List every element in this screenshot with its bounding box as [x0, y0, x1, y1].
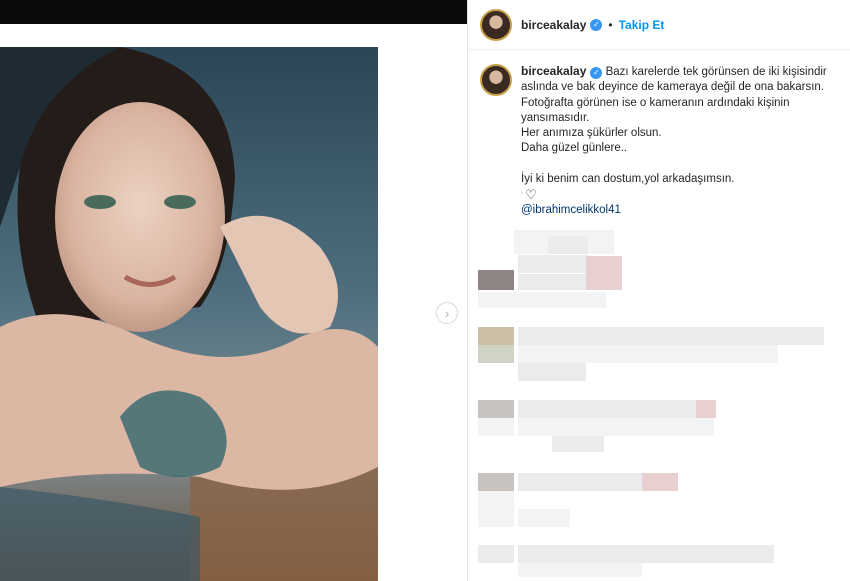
- blurred-block: [518, 255, 588, 273]
- post-photo-graphic: [0, 47, 378, 581]
- blurred-block: [518, 327, 824, 345]
- separator-dot: •: [608, 17, 613, 32]
- post-photo[interactable]: [0, 47, 378, 581]
- caption: birceakalay ✓ Bazı karelerde tek görünsen…: [480, 64, 840, 218]
- blurred-block: [552, 436, 604, 452]
- small-emoji-icon: ▫: [521, 191, 524, 198]
- header-username[interactable]: birceakalay: [521, 18, 586, 32]
- blurred-avatar: [478, 545, 514, 563]
- blurred-block: [518, 563, 642, 577]
- heart-icon: ♡: [525, 187, 537, 203]
- avatar[interactable]: [480, 8, 512, 41]
- chevron-right-icon: ›: [444, 305, 450, 321]
- blurred-block: [478, 292, 606, 308]
- blurred-block: [518, 418, 714, 436]
- blurred-block: [518, 345, 778, 363]
- blurred-block: [518, 400, 698, 418]
- follow-button[interactable]: Takip Et: [619, 18, 665, 32]
- blurred-block: [586, 256, 622, 290]
- blurred-block: [518, 363, 586, 381]
- blurred-block: [518, 473, 642, 491]
- caption-avatar[interactable]: [480, 64, 512, 96]
- mention-link[interactable]: @ibrahimcelikkol41: [521, 203, 840, 218]
- blurred-avatar: [478, 491, 514, 527]
- post-side-panel: birceakalay ✓ • Takip Et birceakalay ✓ Ba…: [468, 0, 850, 581]
- next-photo-button[interactable]: ›: [436, 302, 458, 324]
- caption-gap: [521, 157, 840, 172]
- blurred-avatar: [478, 418, 514, 436]
- blurred-block: [518, 274, 586, 290]
- blurred-block: [518, 545, 774, 563]
- blurred-avatar: [478, 473, 514, 491]
- caption-body: birceakalay ✓ Bazı karelerde tek görünsen…: [521, 64, 840, 218]
- blurred-block: [642, 473, 678, 491]
- caption-line: birceakalay ✓ Bazı karelerde tek görünsen…: [521, 64, 840, 80]
- blurred-avatar: [478, 400, 514, 418]
- photo-panel: [0, 24, 467, 581]
- caption-line: Fotoğrafta görünen ise o kameranın ardın…: [521, 96, 790, 109]
- blurred-avatar: [478, 327, 514, 345]
- caption-line: İyi ki benim can dostum,yol arkadaşımsın…: [521, 172, 735, 185]
- top-black-bar: [0, 0, 467, 24]
- caption-line: Daha güzel günlere..: [521, 142, 628, 155]
- blurred-avatar: [478, 270, 514, 290]
- blurred-block: [518, 509, 570, 527]
- verified-icon: ✓: [590, 18, 603, 31]
- caption-line: yansımasıdır.: [521, 111, 590, 124]
- caption-line: Her anımıza şükürler olsun.: [521, 127, 662, 140]
- blurred-avatar: [478, 345, 514, 363]
- caption-text: Bazı karelerde tek görünsen de iki kişis…: [605, 66, 827, 78]
- caption-username[interactable]: birceakalay: [521, 64, 586, 78]
- blurred-block: [696, 400, 716, 418]
- emoji-row: ▫ ♡: [521, 187, 840, 203]
- verified-icon: ✓: [590, 66, 603, 79]
- post-header: birceakalay ✓ • Takip Et: [468, 0, 850, 50]
- blurred-block: [548, 236, 588, 254]
- caption-line: aslında ve bak deyince de kameraya değil…: [521, 81, 825, 94]
